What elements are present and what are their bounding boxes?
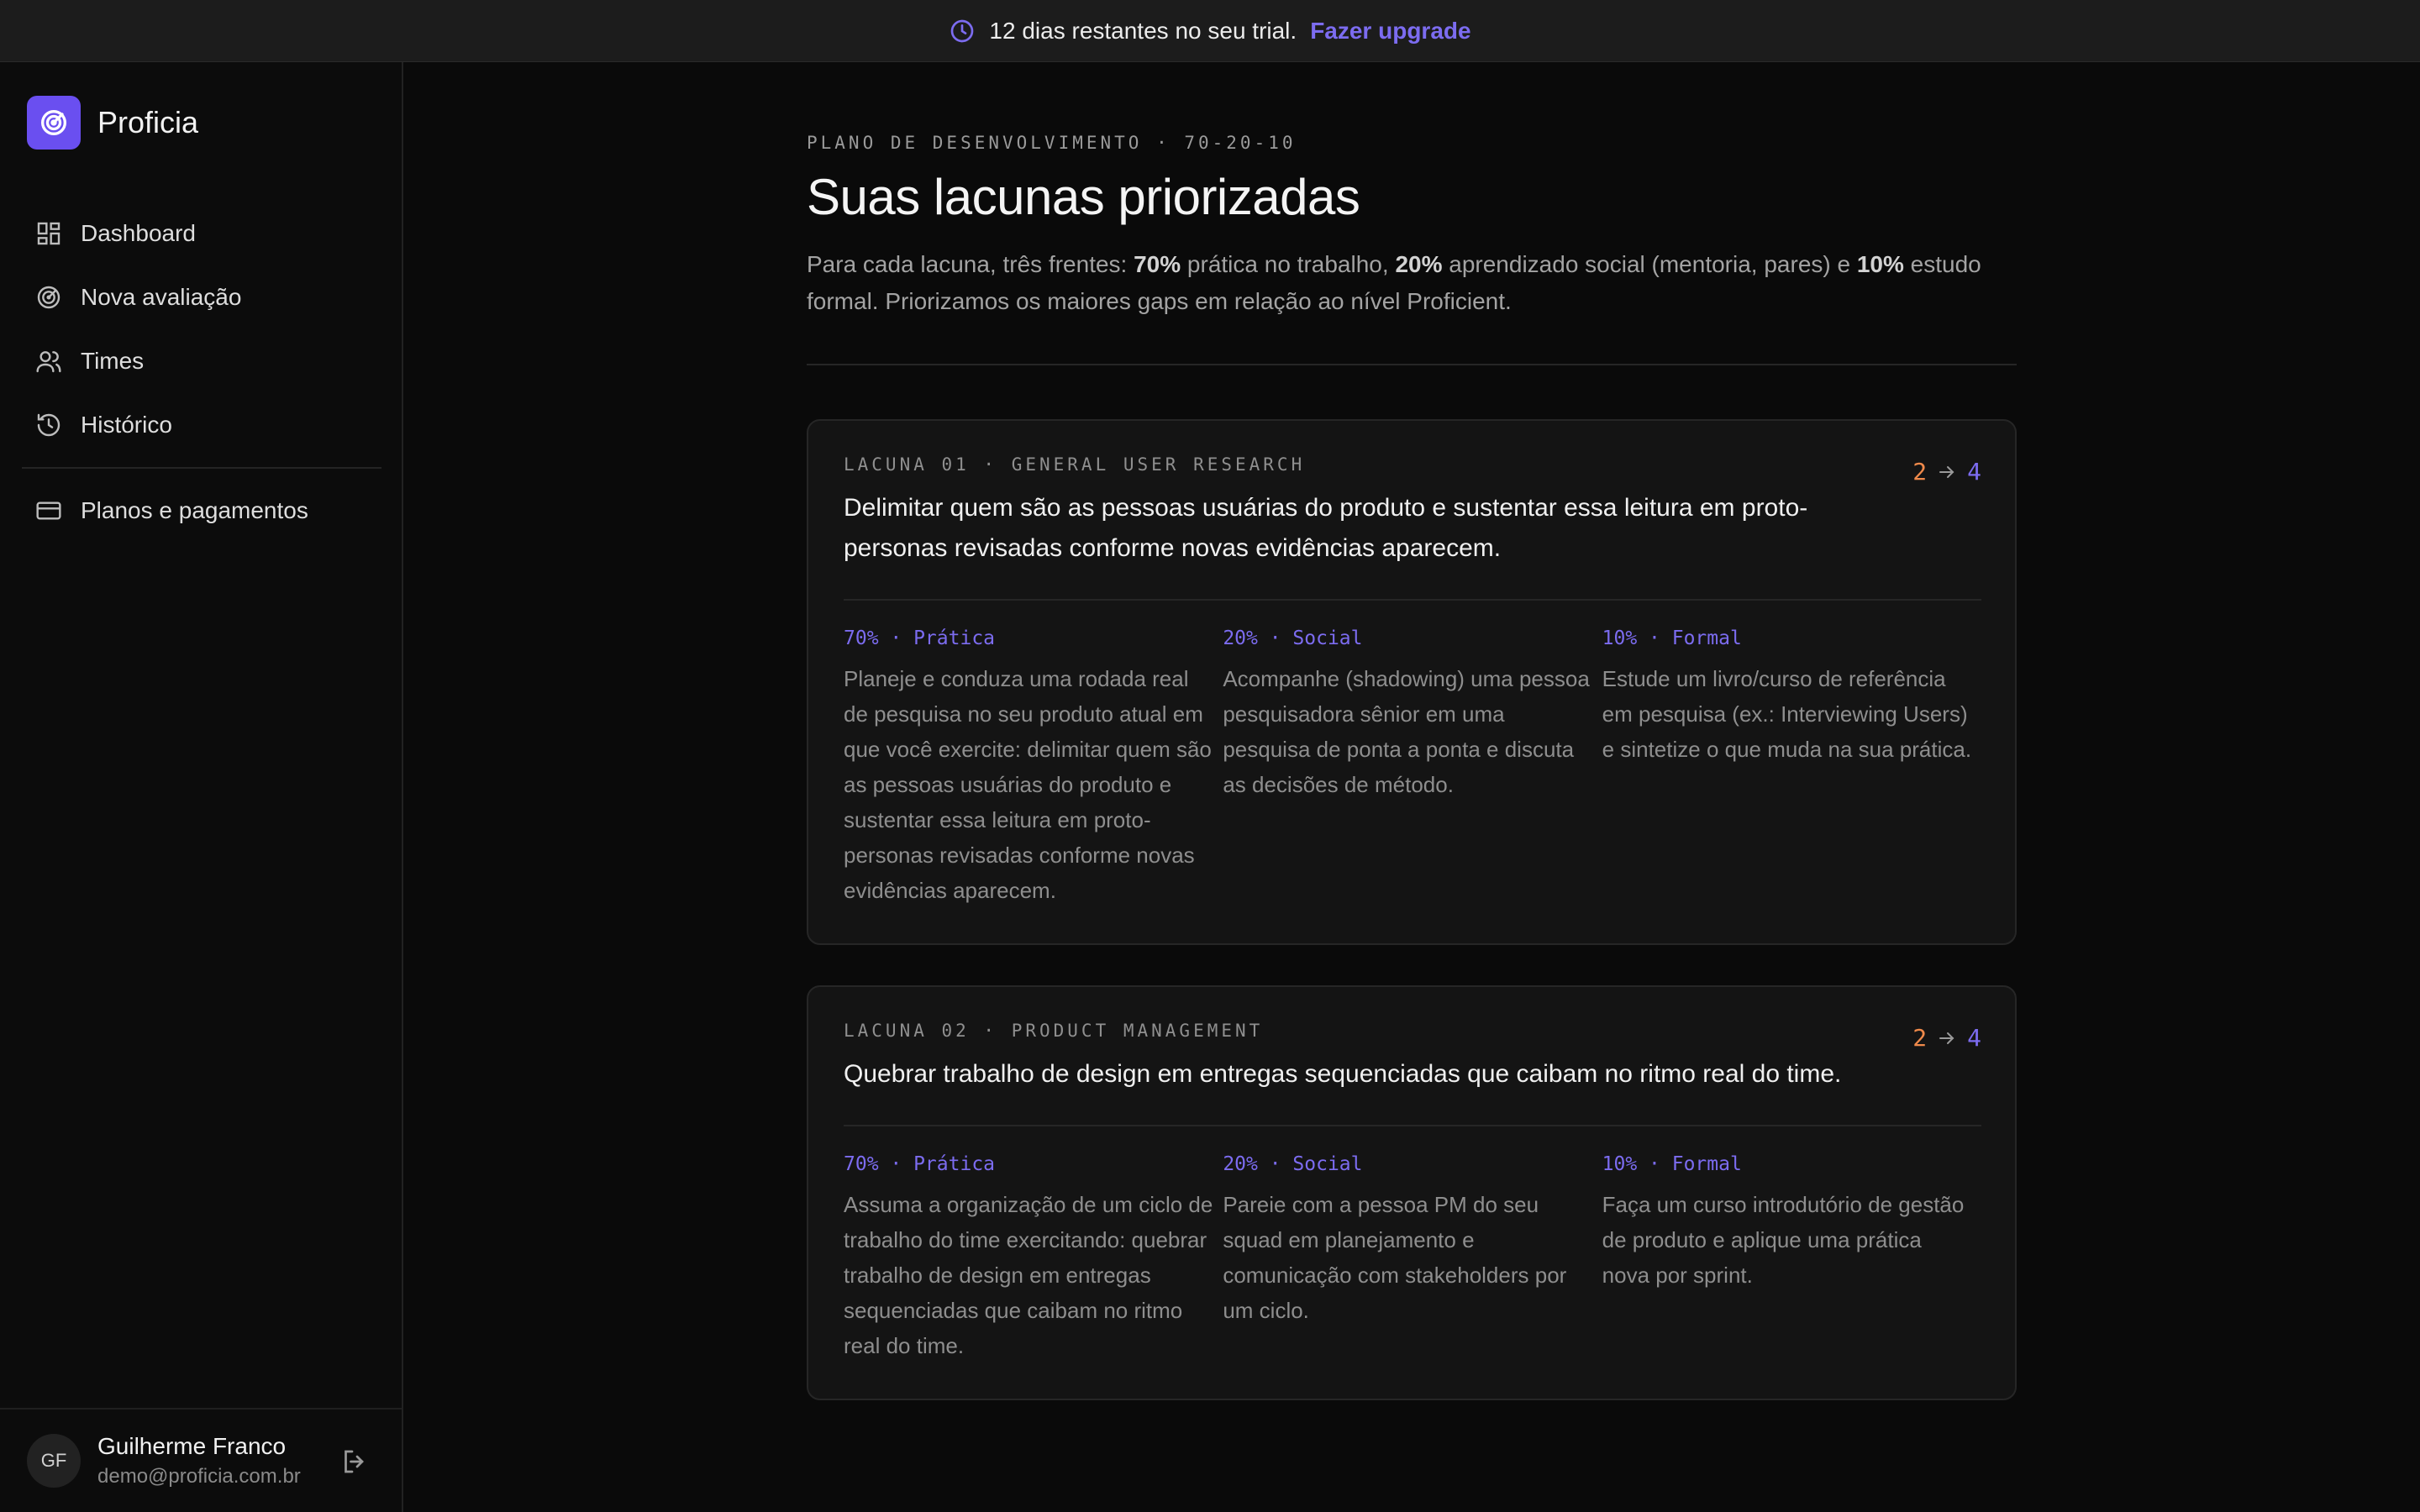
brand-logo-icon: [27, 96, 81, 150]
sidebar-item-label: Times: [81, 348, 145, 374]
social-text: Pareie com a pessoa PM do seu squad em p…: [1223, 1192, 1567, 1323]
logout-icon[interactable]: [339, 1446, 370, 1477]
trial-message: 12 dias restantes no seu trial.: [989, 17, 1297, 44]
dashboard-icon: [37, 222, 60, 245]
sidebar-item-times[interactable]: Times: [22, 329, 381, 393]
brand[interactable]: Proficia: [27, 96, 198, 150]
formal-heading: 10% · Formal: [1602, 1153, 1742, 1175]
target-level: 4: [1967, 1024, 1981, 1052]
user-email: demo@proficia.com.br: [97, 1465, 301, 1488]
avatar[interactable]: GF: [27, 1434, 81, 1488]
page-eyebrow: PLANO DE DESENVOLVIMENTO · 70-20-10: [807, 133, 1297, 153]
current-level: 2: [1912, 458, 1928, 486]
current-level: 2: [1912, 1024, 1928, 1052]
target-icon: [37, 286, 60, 309]
card-divider: [844, 599, 1981, 601]
sidebar-item-dashboard[interactable]: Dashboard: [22, 202, 381, 265]
practice-text: Planeje e conduza uma rodada real de pes…: [844, 666, 1212, 903]
user-profile: GF Guilherme Franco demo@proficia.com.br: [0, 1408, 402, 1512]
gap-title: Delimitar quem são as pessoas usuárias d…: [844, 494, 1808, 562]
social-column: 20% · Social Pareie com a pessoa PM do s…: [1223, 1153, 1602, 1363]
practice-text: Assuma a organização de um ciclo de trab…: [844, 1192, 1213, 1358]
formal-heading: 10% · Formal: [1602, 627, 1742, 649]
nav-divider: [22, 467, 381, 469]
social-column: 20% · Social Acompanhe (shadowing) uma p…: [1223, 627, 1602, 908]
social-heading: 20% · Social: [1223, 627, 1363, 649]
page-intro: Para cada lacuna, três frentes: 70% prát…: [807, 251, 1981, 314]
users-icon: [36, 351, 61, 373]
target-level: 4: [1967, 458, 1981, 486]
history-icon: [37, 413, 60, 437]
sidebar: Proficia Dashboard Nova avaliação Times …: [0, 62, 403, 1512]
social-text: Acompanhe (shadowing) uma pessoa pesquis…: [1223, 666, 1590, 797]
sidebar-item-planos[interactable]: Planos e pagamentos: [22, 479, 381, 543]
card-divider: [844, 1125, 1981, 1126]
gap-card: LACUNA 01 · GENERAL USER RESEARCH 2 4 De…: [807, 419, 2017, 945]
social-heading: 20% · Social: [1223, 1153, 1363, 1175]
sidebar-item-nova-avaliacao[interactable]: Nova avaliação: [22, 265, 381, 329]
formal-text: Faça um curso introdutório de gestão de …: [1602, 1192, 1965, 1288]
formal-column: 10% · Formal Faça um curso introdutório …: [1602, 1153, 1981, 1363]
sidebar-nav: Dashboard Nova avaliação Times Histórico: [22, 202, 381, 543]
brand-name: Proficia: [97, 105, 199, 139]
formal-text: Estude um livro/curso de referência em p…: [1602, 666, 1972, 762]
sidebar-item-label: Histórico: [81, 412, 172, 438]
sidebar-item-label: Planos e pagamentos: [81, 497, 308, 523]
sidebar-item-historico[interactable]: Histórico: [22, 393, 381, 457]
main-content: PLANO DE DESENVOLVIMENTO · 70-20-10 Suas…: [807, 62, 2017, 1400]
practice-heading: 70% · Prática: [844, 1153, 996, 1175]
sidebar-item-label: Nova avaliação: [81, 284, 242, 310]
trial-banner: 12 dias restantes no seu trial. Fazer up…: [0, 0, 2420, 62]
upgrade-link[interactable]: Fazer upgrade: [1310, 18, 1470, 45]
page-title: Suas lacunas priorizadas: [807, 169, 1360, 225]
arrow-right-icon: [1939, 1032, 1954, 1044]
practice-column: 70% · Prática Assuma a organização de um…: [844, 1153, 1223, 1363]
practice-column: 70% · Prática Planeje e conduza uma roda…: [844, 627, 1223, 908]
arrow-right-icon: [1939, 465, 1954, 478]
divider: [807, 364, 2017, 365]
practice-heading: 70% · Prática: [844, 627, 996, 649]
level-score: 2 4: [1912, 1024, 1981, 1052]
level-score: 2 4: [1912, 458, 1981, 486]
formal-column: 10% · Formal Estude um livro/curso de re…: [1602, 627, 1981, 908]
sidebar-item-label: Dashboard: [81, 220, 196, 246]
credit-card-icon: [36, 501, 61, 520]
gap-card: LACUNA 02 · PRODUCT MANAGEMENT 2 4 Quebr…: [807, 985, 2017, 1400]
gap-title: Quebrar trabalho de design em entregas s…: [844, 1060, 1842, 1088]
clock-icon: [951, 19, 974, 42]
gap-label: LACUNA 02 · PRODUCT MANAGEMENT: [844, 1021, 1264, 1041]
gap-label: LACUNA 01 · GENERAL USER RESEARCH: [844, 454, 1306, 475]
user-name: Guilherme Franco: [97, 1433, 287, 1459]
